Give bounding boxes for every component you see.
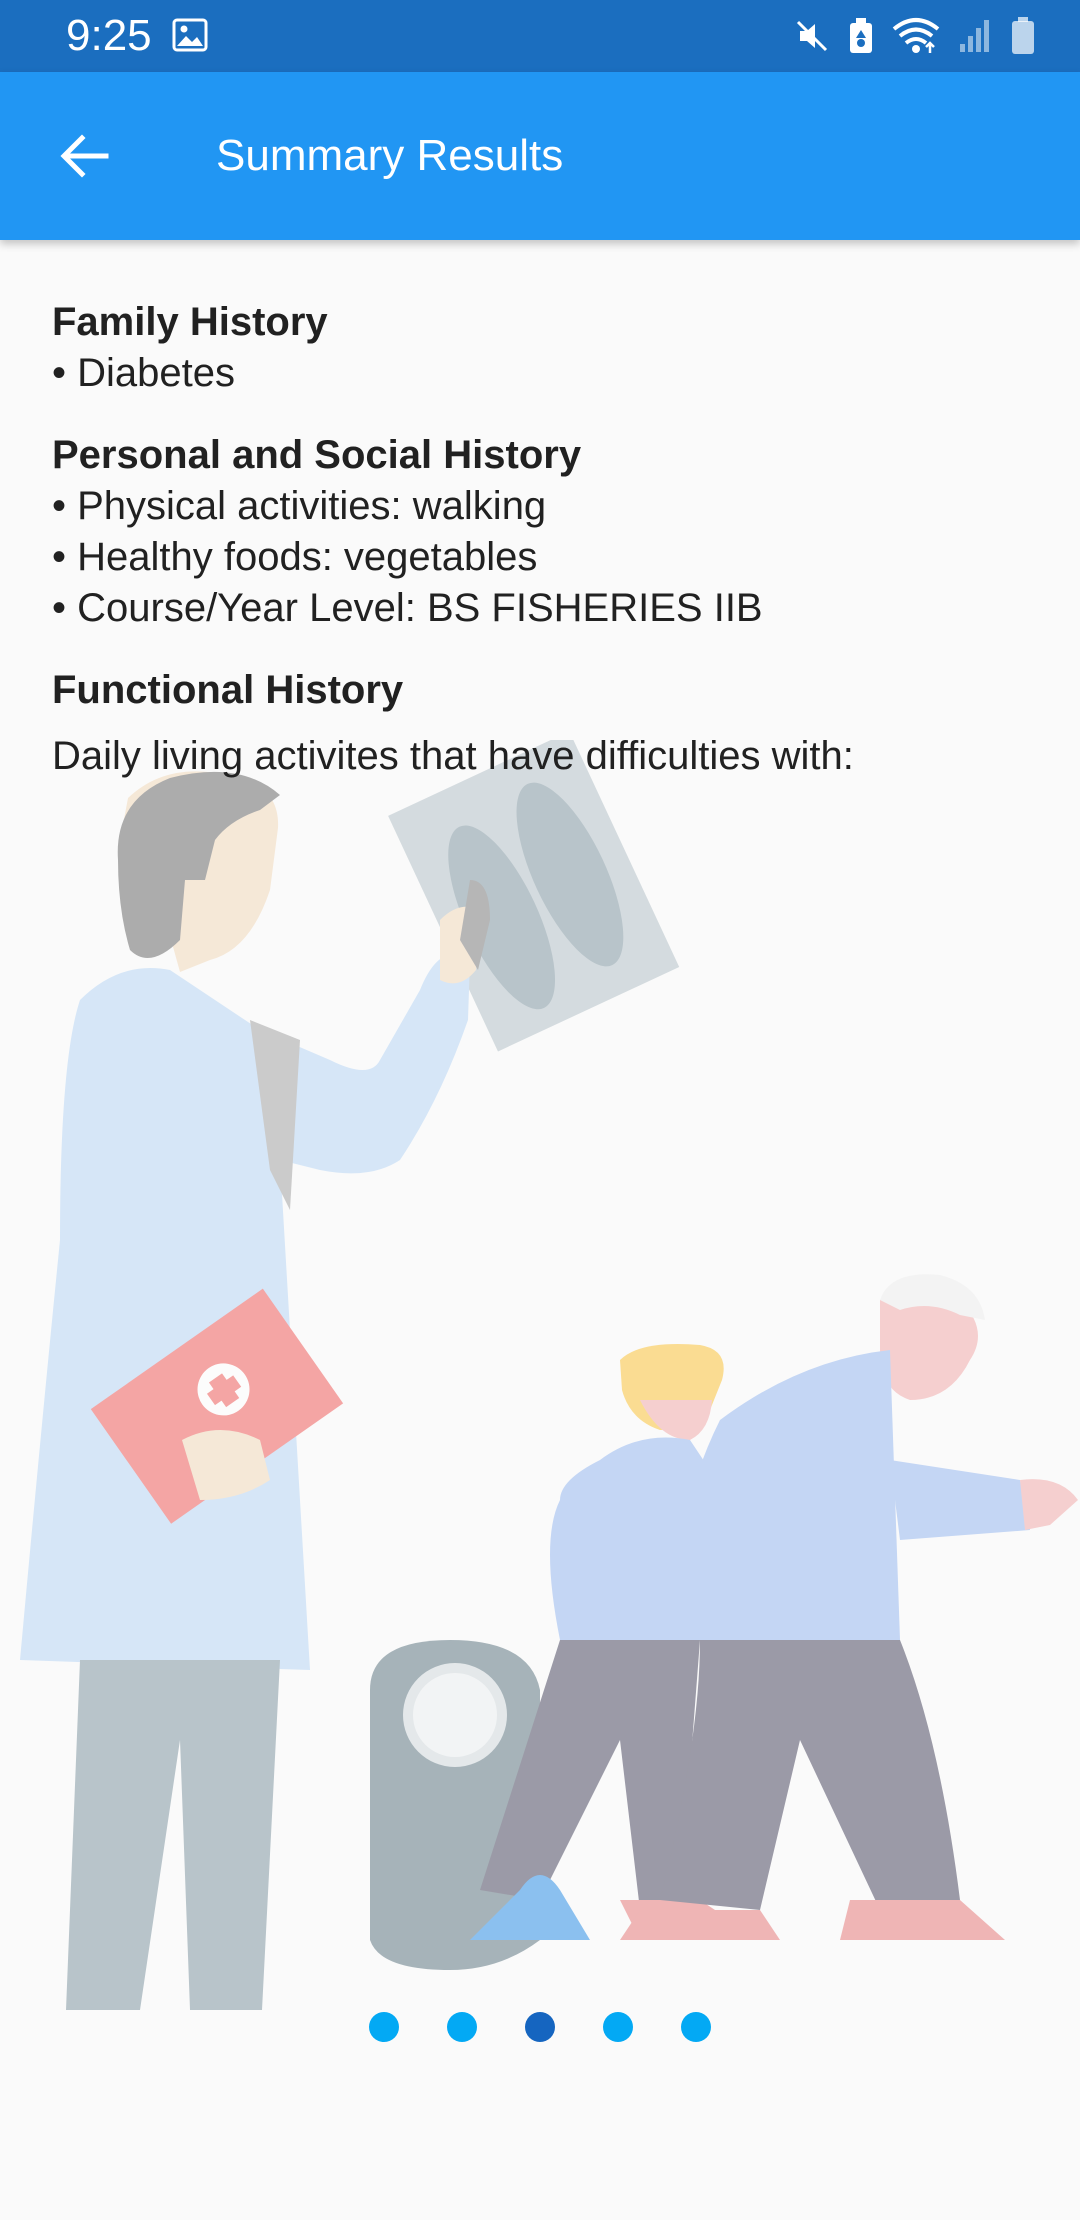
page-dot-1[interactable] — [369, 2012, 399, 2042]
wifi-icon — [892, 17, 940, 55]
page-dot-5[interactable] — [681, 2012, 711, 2042]
status-time: 9:25 — [66, 11, 152, 60]
arrow-left-icon — [60, 134, 109, 178]
healthy-foods-item: • Healthy foods: vegetables — [52, 535, 538, 579]
status-bar: 9:25 — [0, 0, 1080, 72]
battery-icon — [1010, 16, 1036, 56]
functional-history-description: Daily living activites that have difficu… — [52, 734, 854, 778]
functional-history-title: Functional History — [52, 668, 404, 712]
page-dot-4[interactable] — [603, 2012, 633, 2042]
personal-social-history-title: Personal and Social History — [52, 433, 582, 477]
app-bar: Summary Results — [0, 72, 1080, 240]
family-history-title: Family History — [52, 300, 328, 344]
back-button[interactable] — [40, 112, 128, 200]
family-history-item: • Diabetes — [52, 351, 235, 395]
status-icons — [794, 14, 1036, 58]
doctor-patients-illustration — [20, 740, 1078, 2010]
summary-content: Family History • Diabetes Personal and S… — [52, 296, 1032, 812]
page-dot-3-active[interactable] — [525, 2012, 555, 2042]
page-dot-2[interactable] — [447, 2012, 477, 2042]
physical-activities-item: • Physical activities: walking — [52, 484, 547, 528]
mute-icon — [794, 18, 830, 54]
page-indicator — [0, 2012, 1080, 2042]
course-year-item: • Course/Year Level: BS FISHERIES IIB — [52, 586, 763, 630]
personal-social-history-section: Personal and Social History • Physical a… — [52, 429, 1032, 634]
battery-saver-icon — [848, 17, 874, 55]
signal-icon — [958, 18, 992, 54]
image-icon — [172, 18, 208, 52]
family-history-section: Family History • Diabetes — [52, 296, 1032, 399]
page-title: Summary Results — [216, 131, 564, 180]
functional-history-section: Functional History Daily living activite… — [52, 664, 1032, 782]
